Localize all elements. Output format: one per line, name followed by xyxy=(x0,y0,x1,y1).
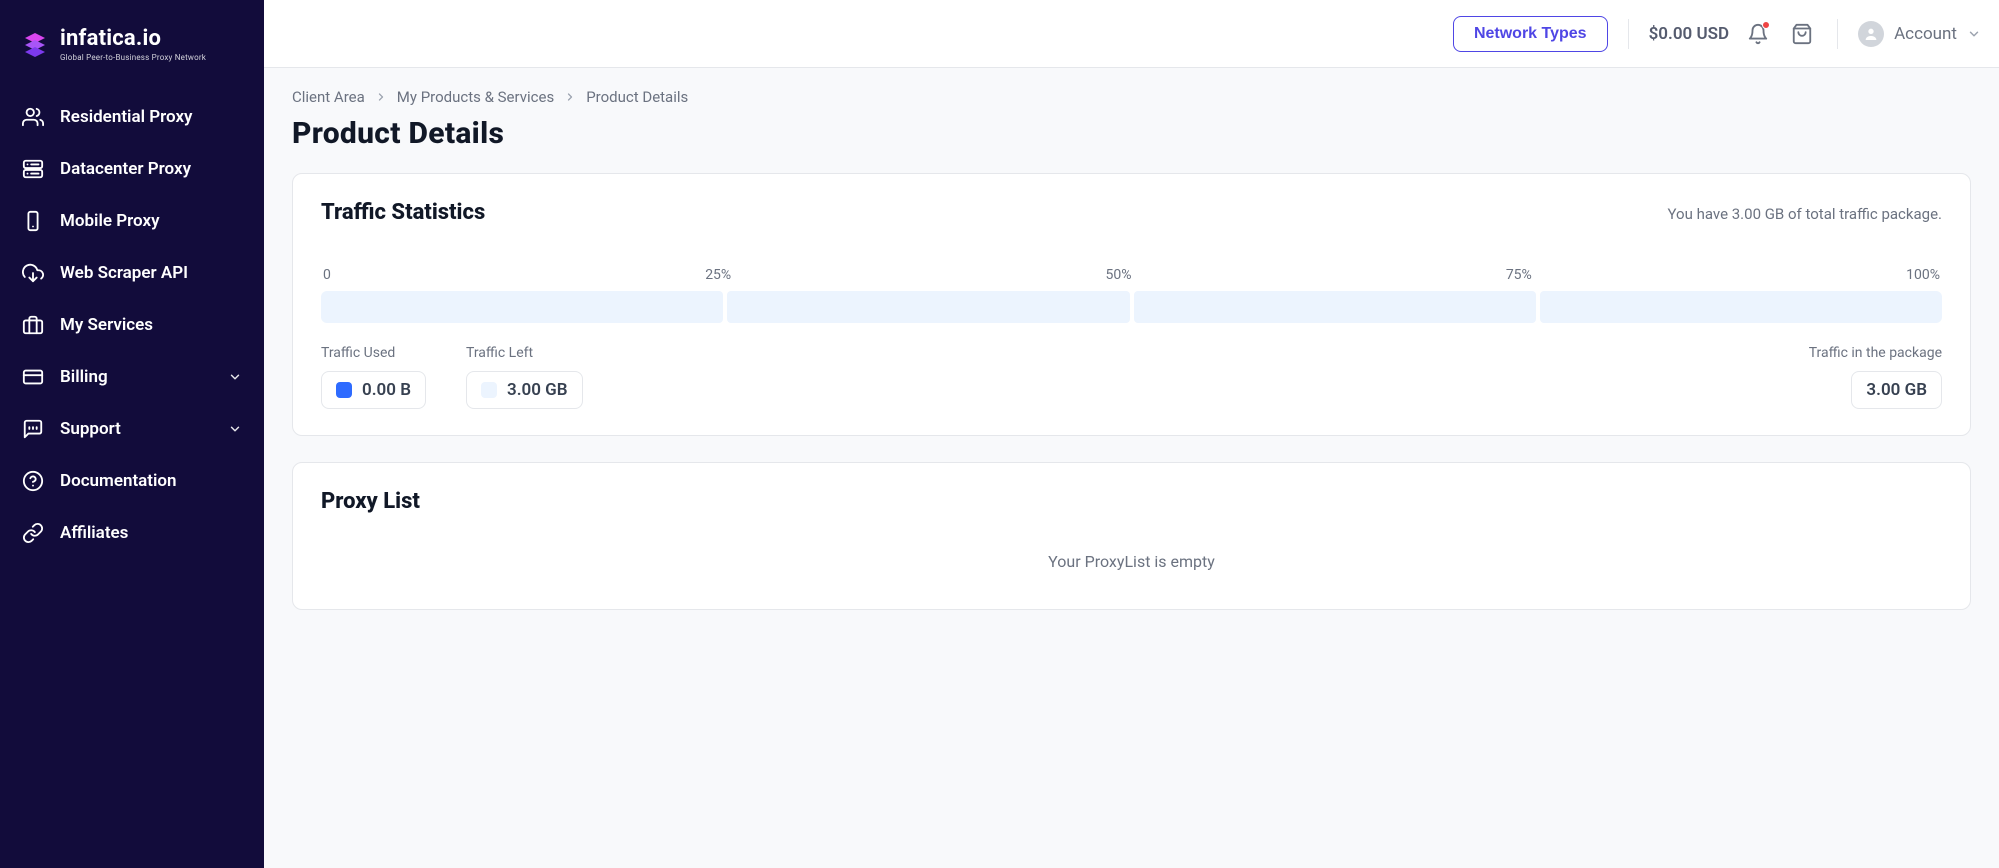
traffic-progress-bar xyxy=(321,291,1942,323)
sidebar-item-residential-proxy[interactable]: Residential Proxy xyxy=(0,92,264,142)
sidebar-item-label: Billing xyxy=(60,367,108,387)
sidebar-item-documentation[interactable]: Documentation xyxy=(0,456,264,506)
sidebar-item-label: Support xyxy=(60,419,121,439)
sidebar-item-label: Residential Proxy xyxy=(60,107,193,127)
proxy-list-card: Proxy List Your ProxyList is empty xyxy=(292,462,1971,610)
chevron-right-icon xyxy=(564,91,576,103)
sidebar-item-affiliates[interactable]: Affiliates xyxy=(0,508,264,558)
link-icon xyxy=(22,522,44,544)
bag-icon xyxy=(1791,23,1813,45)
stat-chip: 3.00 GB xyxy=(1851,371,1942,409)
sidebar: infatica.io Global Peer-to-Business Prox… xyxy=(0,0,264,868)
users-icon xyxy=(22,106,44,128)
legend-swatch-left xyxy=(481,382,497,398)
sidebar-item-label: My Services xyxy=(60,315,153,335)
progress-segment xyxy=(321,291,723,323)
brand-subtitle: Global Peer-to-Business Proxy Network xyxy=(60,54,206,62)
stat-label: Traffic Left xyxy=(466,345,583,361)
stat-label: Traffic in the package xyxy=(1809,345,1942,361)
sidebar-item-my-services[interactable]: My Services xyxy=(0,300,264,350)
tick-label: 50% xyxy=(1106,267,1132,283)
topbar: Network Types $0.00 USD Account xyxy=(264,0,1999,68)
chevron-down-icon xyxy=(228,370,242,384)
chevron-right-icon xyxy=(375,91,387,103)
sidebar-item-billing[interactable]: Billing xyxy=(0,352,264,402)
sidebar-item-label: Mobile Proxy xyxy=(60,211,160,231)
brand-name: infatica.io xyxy=(60,28,206,50)
progress-segment xyxy=(1134,291,1536,323)
breadcrumb: Client Area My Products & Services Produ… xyxy=(292,88,1971,106)
chevron-down-icon xyxy=(228,422,242,436)
server-icon xyxy=(22,158,44,180)
help-icon xyxy=(22,470,44,492)
stat-chip: 0.00 B xyxy=(321,371,426,409)
tick-label: 75% xyxy=(1506,267,1532,283)
account-menu[interactable]: Account xyxy=(1858,21,1981,47)
stat-traffic-used: Traffic Used 0.00 B xyxy=(321,345,426,409)
page-title: Product Details xyxy=(292,116,1971,151)
sidebar-item-label: Datacenter Proxy xyxy=(60,159,191,179)
legend-swatch-used xyxy=(336,382,352,398)
stat-chip: 3.00 GB xyxy=(466,371,583,409)
briefcase-icon xyxy=(22,314,44,336)
brand-logo-icon xyxy=(20,30,50,60)
sidebar-item-mobile-proxy[interactable]: Mobile Proxy xyxy=(0,196,264,246)
progress-segment xyxy=(1540,291,1942,323)
progress-segment xyxy=(727,291,1129,323)
account-label: Account xyxy=(1894,24,1957,44)
chat-icon xyxy=(22,418,44,440)
chevron-down-icon xyxy=(1967,27,1981,41)
traffic-stats-note: You have 3.00 GB of total traffic packag… xyxy=(1668,205,1942,223)
cart-button[interactable] xyxy=(1787,19,1817,49)
stat-value: 3.00 GB xyxy=(1866,380,1927,400)
divider xyxy=(1628,19,1629,49)
brand[interactable]: infatica.io Global Peer-to-Business Prox… xyxy=(0,14,264,86)
sidebar-item-label: Affiliates xyxy=(60,523,128,543)
notification-dot xyxy=(1762,21,1770,29)
avatar-icon xyxy=(1858,21,1884,47)
stat-value: 3.00 GB xyxy=(507,380,568,400)
proxy-list-empty: Your ProxyList is empty xyxy=(321,534,1942,583)
sidebar-item-web-scraper-api[interactable]: Web Scraper API xyxy=(0,248,264,298)
mobile-icon xyxy=(22,210,44,232)
sidebar-item-label: Documentation xyxy=(60,471,177,491)
breadcrumb-link[interactable]: My Products & Services xyxy=(397,88,554,106)
tick-label: 25% xyxy=(705,267,731,283)
notifications-button[interactable] xyxy=(1743,19,1773,49)
stat-traffic-left: Traffic Left 3.00 GB xyxy=(466,345,583,409)
tick-label: 0 xyxy=(323,267,331,283)
download-cloud-icon xyxy=(22,262,44,284)
sidebar-nav: Residential Proxy Datacenter Proxy Mobil… xyxy=(0,86,264,564)
stat-label: Traffic Used xyxy=(321,345,426,361)
traffic-stats-card: Traffic Statistics You have 3.00 GB of t… xyxy=(292,173,1971,436)
breadcrumb-current: Product Details xyxy=(586,88,688,106)
sidebar-item-label: Web Scraper API xyxy=(60,263,188,283)
stat-value: 0.00 B xyxy=(362,380,411,400)
divider xyxy=(1837,19,1838,49)
tick-label: 100% xyxy=(1906,267,1940,283)
sidebar-item-support[interactable]: Support xyxy=(0,404,264,454)
credit-card-icon xyxy=(22,366,44,388)
traffic-ticks: 0 25% 50% 75% 100% xyxy=(321,267,1942,283)
breadcrumb-link[interactable]: Client Area xyxy=(292,88,365,106)
proxy-list-title: Proxy List xyxy=(321,489,1942,514)
stat-traffic-package: Traffic in the package 3.00 GB xyxy=(1809,345,1942,409)
network-types-button[interactable]: Network Types xyxy=(1453,16,1608,52)
balance: $0.00 USD xyxy=(1649,24,1730,44)
traffic-stats-title: Traffic Statistics xyxy=(321,200,485,225)
sidebar-item-datacenter-proxy[interactable]: Datacenter Proxy xyxy=(0,144,264,194)
